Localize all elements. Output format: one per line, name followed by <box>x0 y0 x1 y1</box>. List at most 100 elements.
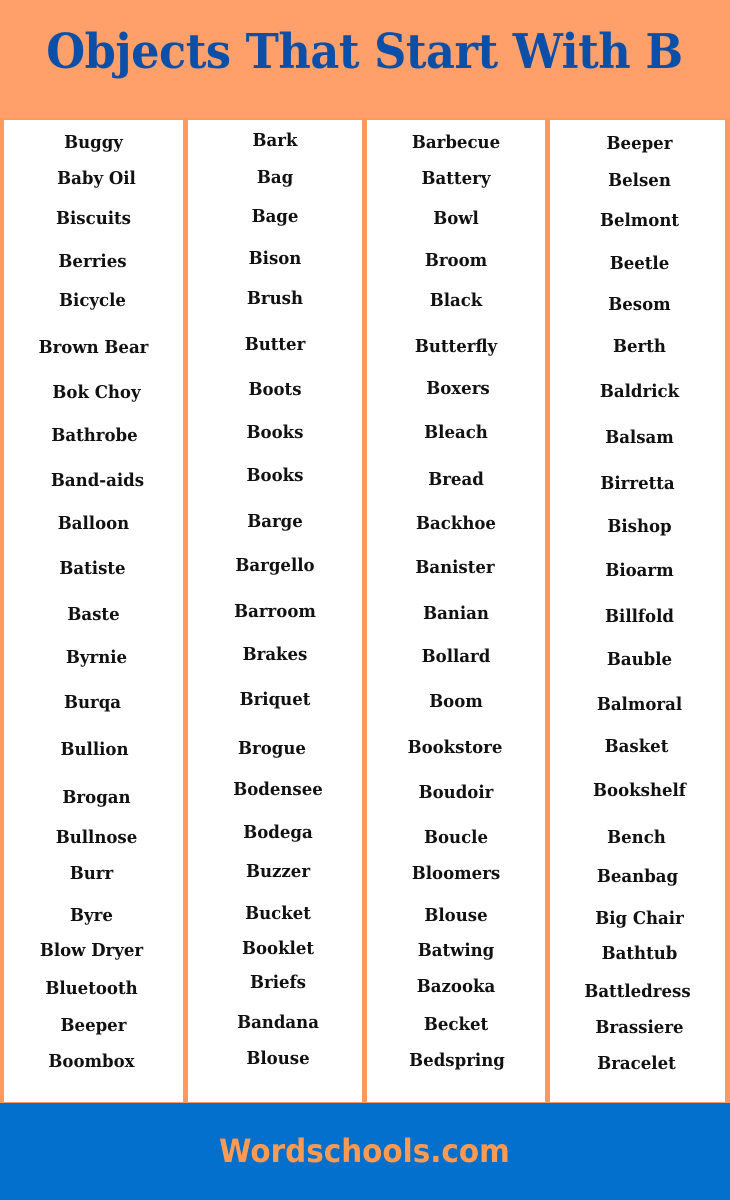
word-item: Battery <box>421 168 491 189</box>
word-item: Bathtub <box>601 943 678 964</box>
word-item: Batiste <box>59 558 126 579</box>
word-item: Bedspring <box>409 1050 505 1071</box>
word-item: Bazooka <box>416 976 496 997</box>
word-item: Biscuits <box>55 208 132 229</box>
word-item: Bullion <box>60 739 129 760</box>
word-item: Booklet <box>241 938 315 959</box>
word-item: Bok Choy <box>52 382 141 403</box>
word-item: Bowl <box>433 208 479 229</box>
word-item: Beeper <box>606 133 673 154</box>
word-item: Belsen <box>608 170 671 191</box>
word-item: Blouse <box>424 905 488 926</box>
word-item: Boots <box>248 379 302 400</box>
word-item: Beeper <box>60 1015 127 1036</box>
word-item: Bag <box>256 167 294 188</box>
word-item: Boom <box>429 691 483 712</box>
word-item: Berth <box>613 336 666 357</box>
word-item: Bullnose <box>55 827 138 848</box>
word-item: Bathrobe <box>51 425 138 446</box>
word-item: Blouse <box>246 1048 310 1069</box>
word-item: Birretta <box>600 473 675 494</box>
word-item: Bollard <box>421 646 491 667</box>
word-item: Bison <box>248 248 302 269</box>
word-item: Bodega <box>243 822 313 843</box>
word-item: Bleach <box>424 422 488 443</box>
word-item: Byre <box>70 905 113 926</box>
word-item: Bookstore <box>407 737 503 758</box>
page-title: Objects That Start With B <box>46 24 683 80</box>
word-item: Bench <box>607 827 666 848</box>
word-item: Baldrick <box>599 381 680 402</box>
word-item: Barge <box>247 511 303 532</box>
word-item: Becket <box>423 1014 489 1035</box>
word-item: Backhoe <box>416 513 496 534</box>
site-name: Wordschools.com <box>218 1132 510 1170</box>
word-item: Butter <box>244 334 306 355</box>
word-column-4: Beeper Belsen Belmont Beetle Besom Berth Baldr… <box>550 120 725 1102</box>
word-item: Bishop <box>607 516 672 537</box>
word-item: Balsam <box>605 427 674 448</box>
word-item: Bargello <box>235 555 315 576</box>
word-item: Beetle <box>609 253 670 274</box>
word-item: Berries <box>58 251 127 272</box>
word-item: Boudoir <box>418 782 494 803</box>
word-item: Broom <box>424 250 488 271</box>
word-item: Battledress <box>584 981 691 1002</box>
word-item: Balmoral <box>596 694 683 715</box>
word-item: Baby Oil <box>57 168 136 189</box>
word-item: Banister <box>415 557 495 578</box>
word-item: Bioarm <box>605 560 674 581</box>
word-item: Burr <box>69 863 114 884</box>
word-item: Brakes <box>242 644 308 665</box>
word-item: Balloon <box>57 513 130 534</box>
word-item: Brassiere <box>595 1017 684 1038</box>
word-column-3: Barbecue Battery Bowl Broom Black Butterfly Bo… <box>367 120 545 1102</box>
word-item: Bread <box>428 469 484 490</box>
word-item: Banian <box>423 603 489 624</box>
header-banner: Objects That Start With B <box>0 0 730 118</box>
word-item: Batwing <box>417 940 495 961</box>
word-item: Briquet <box>239 689 311 710</box>
word-item: Bloomers <box>411 863 501 884</box>
footer-banner: Wordschools.com <box>0 1103 730 1200</box>
word-column-1: Buggy Baby Oil Biscuits Berries Bicycle Brown… <box>4 120 183 1102</box>
word-item: Besom <box>608 294 671 315</box>
word-item: Bracelet <box>597 1053 676 1074</box>
word-item: Blow Dryer <box>39 940 144 961</box>
word-item: Briefs <box>249 972 307 993</box>
word-item: Bluetooth <box>45 978 138 999</box>
word-item: Bicycle <box>59 290 126 311</box>
word-item: Basket <box>604 736 669 757</box>
word-item: Black <box>429 290 483 311</box>
word-item: Boucle <box>424 827 488 848</box>
word-item: Butterfly <box>414 336 498 357</box>
word-item: Bark <box>252 130 298 151</box>
word-item: Brogan <box>62 787 131 808</box>
word-item: Bage <box>251 206 299 227</box>
word-item: Belmont <box>599 210 680 231</box>
word-item: Barbecue <box>411 132 501 153</box>
word-item: Billfold <box>605 606 674 627</box>
word-item: Books <box>246 422 304 443</box>
word-item: Buzzer <box>245 861 311 882</box>
word-item: Buggy <box>64 132 123 153</box>
word-item: Boxers <box>426 378 490 399</box>
word-item: Bandana <box>237 1012 319 1033</box>
word-item: Brogue <box>238 738 306 759</box>
word-item: Band-aids <box>50 470 145 491</box>
word-item: Bauble <box>606 649 673 670</box>
word-item: Bucket <box>245 903 311 924</box>
word-item: Boombox <box>48 1051 135 1072</box>
word-item: Baste <box>67 604 120 625</box>
word-item: Byrnie <box>65 647 128 668</box>
word-item: Beanbag <box>596 866 679 887</box>
word-item: Big Chair <box>595 908 684 929</box>
word-item: Barroom <box>234 601 316 622</box>
word-item: Brown Bear <box>38 337 149 358</box>
word-item: Brush <box>246 288 304 309</box>
word-column-2: Bark Bag Bage Bison Brush Butter Boots Books Boo… <box>188 120 362 1102</box>
word-item: Burqa <box>63 692 122 713</box>
word-item: Books <box>246 465 304 486</box>
word-item: Bookshelf <box>593 780 686 801</box>
word-item: Bodensee <box>233 779 323 800</box>
